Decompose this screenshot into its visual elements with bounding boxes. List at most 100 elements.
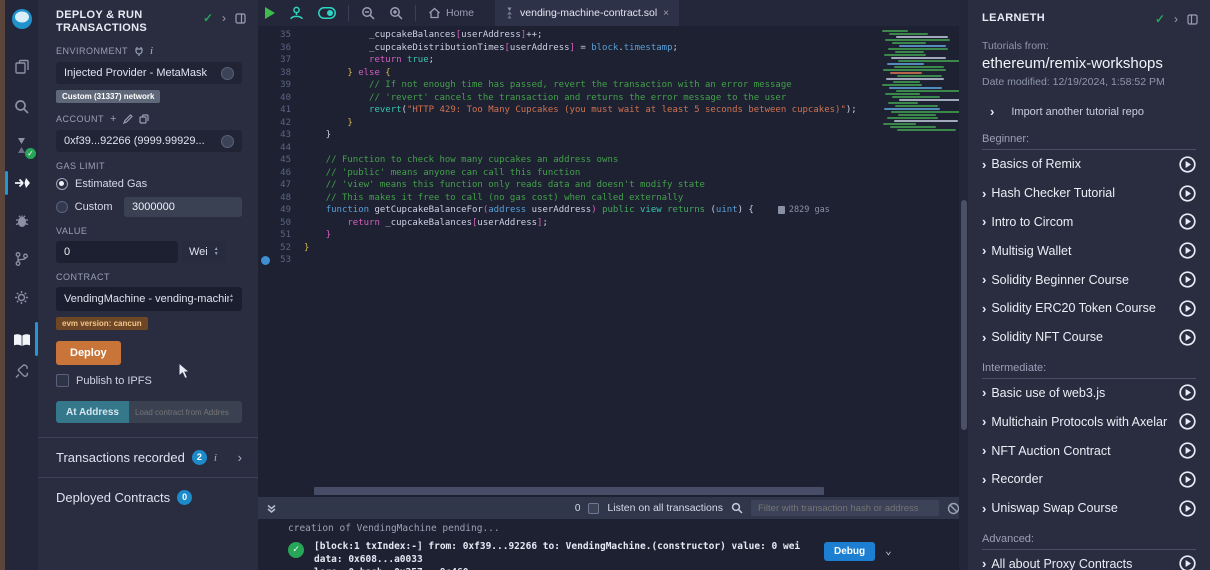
learneth-expand-icon[interactable]: › xyxy=(1174,12,1178,26)
deploy-button[interactable]: Deploy xyxy=(56,341,121,365)
tutorial-item[interactable]: ›Uniswap Swap Course xyxy=(982,494,1196,523)
deploy-run-icon[interactable] xyxy=(5,168,38,198)
tutorial-play-button[interactable] xyxy=(1179,213,1196,230)
settings-icon[interactable] xyxy=(5,282,38,312)
gas-custom-input[interactable] xyxy=(124,197,242,217)
learneth-pin-icon[interactable] xyxy=(1187,14,1198,25)
tutorial-play-button[interactable] xyxy=(1179,300,1196,317)
tutorial-play-button[interactable] xyxy=(1179,555,1196,570)
line-number[interactable]: 37 xyxy=(258,54,304,67)
code-line-45[interactable]: 45 // Function to check how many cupcake… xyxy=(258,154,968,167)
vertical-scrollbar[interactable] xyxy=(961,200,967,430)
tutorial-item[interactable]: ›Solidity Beginner Course xyxy=(982,265,1196,294)
import-repo-row[interactable]: › Import another tutorial repo xyxy=(968,88,1210,123)
file-explorer-icon[interactable] xyxy=(5,52,38,82)
tutorial-play-button[interactable] xyxy=(1179,271,1196,288)
zoom-out-icon[interactable] xyxy=(354,0,382,26)
editor-horizontal-scrollbar[interactable] xyxy=(314,487,954,495)
debugger-icon[interactable] xyxy=(5,206,38,236)
line-number[interactable]: 39 xyxy=(258,79,304,92)
code-line-52[interactable]: 52} xyxy=(258,242,968,255)
code-line-38[interactable]: 38 } else { xyxy=(258,67,968,80)
tutorial-item[interactable]: ›Recorder xyxy=(982,465,1196,494)
code-editor[interactable]: 35 _cupcakeBalances[userAddress]++;36 _c… xyxy=(258,26,968,497)
tutorial-play-button[interactable] xyxy=(1179,471,1196,488)
terminal-log[interactable]: creation of VendingMachine pending... ✓ … xyxy=(258,519,968,570)
tutorial-play-button[interactable] xyxy=(1179,329,1196,346)
breakpoint-dot[interactable] xyxy=(261,256,270,265)
code-line-37[interactable]: 37 return true; xyxy=(258,54,968,67)
solidity-compiler-icon[interactable]: ✓ xyxy=(5,130,38,160)
gas-custom-radio[interactable] xyxy=(56,201,68,213)
publish-ipfs-checkbox[interactable] xyxy=(56,374,69,387)
tutorial-item[interactable]: ›Multisig Wallet xyxy=(982,236,1196,265)
tutorial-item[interactable]: ›Basic use of web3.js xyxy=(982,379,1196,408)
ai-assistant-icon[interactable] xyxy=(282,0,311,26)
code-line-48[interactable]: 48 // This makes it free to call (no gas… xyxy=(258,192,968,205)
learneth-icon[interactable] xyxy=(5,322,38,358)
deployed-contracts-row[interactable]: Deployed Contracts 0 xyxy=(38,478,258,517)
line-number[interactable]: 51 xyxy=(258,229,304,242)
git-icon[interactable] xyxy=(5,244,38,274)
gas-estimated-option[interactable]: Estimated Gas xyxy=(56,178,242,190)
terminal-filter-input[interactable] xyxy=(751,500,939,516)
debug-button[interactable]: Debug xyxy=(824,542,875,561)
line-number[interactable]: 41 xyxy=(258,104,304,117)
contract-select[interactable]: VendingMachine - vending-machin ▲▼ xyxy=(56,287,242,311)
at-address-input[interactable] xyxy=(129,401,242,423)
environment-info-icon[interactable]: i xyxy=(150,45,154,57)
run-script-button[interactable] xyxy=(258,0,282,26)
terminal-collapse-icon[interactable] xyxy=(266,503,277,514)
line-number[interactable]: 40 xyxy=(258,92,304,105)
transaction-log-row[interactable]: ✓ [block:1 txIndex:-] from: 0xf39...9226… xyxy=(258,534,968,570)
code-line-42[interactable]: 42 } xyxy=(258,117,968,130)
ai-copilot-toggle[interactable] xyxy=(311,0,343,26)
edit-account-icon[interactable] xyxy=(123,114,133,124)
line-number[interactable]: 52 xyxy=(258,242,304,255)
code-line-39[interactable]: 39 // If not enough time has passed, rev… xyxy=(258,79,968,92)
tutorial-item[interactable]: ›All about Proxy Contracts xyxy=(982,550,1196,570)
close-tab-icon[interactable]: × xyxy=(663,8,669,19)
tutorial-play-button[interactable] xyxy=(1179,242,1196,259)
tutorial-play-button[interactable] xyxy=(1179,413,1196,430)
panel-pin-icon[interactable] xyxy=(235,13,246,24)
line-number[interactable]: 46 xyxy=(258,167,304,180)
line-number[interactable]: 36 xyxy=(258,42,304,55)
account-select[interactable]: 0xf39...92266 (9999.99929... xyxy=(56,130,242,152)
value-unit-select[interactable]: Wei ▲▼ xyxy=(182,241,226,263)
line-number[interactable]: 47 xyxy=(258,179,304,192)
line-number[interactable]: 35 xyxy=(258,29,304,42)
transactions-recorded-row[interactable]: Transactions recorded 2 i › xyxy=(38,438,258,477)
listen-all-checkbox[interactable] xyxy=(588,503,599,514)
tutorial-item[interactable]: ›NFT Auction Contract xyxy=(982,436,1196,465)
code-line-40[interactable]: 40 // 'revert' cancels the transaction a… xyxy=(258,92,968,105)
line-number[interactable]: 50 xyxy=(258,217,304,230)
publish-ipfs-option[interactable]: Publish to IPFS xyxy=(56,374,242,387)
code-line-46[interactable]: 46 // 'public' means anyone can call thi… xyxy=(258,167,968,180)
line-number[interactable]: 45 xyxy=(258,154,304,167)
plug-icon[interactable] xyxy=(134,46,144,56)
transactions-expand-icon[interactable]: › xyxy=(238,450,242,465)
line-number[interactable]: 38 xyxy=(258,67,304,80)
code-line-43[interactable]: 43 } xyxy=(258,129,968,142)
code-line-51[interactable]: 51 } xyxy=(258,229,968,242)
add-account-icon[interactable]: + xyxy=(110,113,117,125)
at-address-button[interactable]: At Address xyxy=(56,401,129,423)
tutorial-play-button[interactable] xyxy=(1179,185,1196,202)
search-icon[interactable] xyxy=(5,92,38,122)
tutorial-item[interactable]: ›Hash Checker Tutorial xyxy=(982,179,1196,208)
environment-select[interactable]: Injected Provider - MetaMask xyxy=(56,62,242,84)
value-input[interactable] xyxy=(56,241,178,263)
line-number[interactable]: 44 xyxy=(258,142,304,155)
tab-vending-machine-contract[interactable]: vending-machine-contract.sol × xyxy=(495,0,679,26)
code-line-35[interactable]: 35 _cupcakeBalances[userAddress]++; xyxy=(258,29,968,42)
zoom-in-icon[interactable] xyxy=(382,0,410,26)
gas-custom-option[interactable]: Custom xyxy=(56,197,242,217)
panel-expand-icon[interactable]: › xyxy=(222,11,226,25)
tutorial-play-button[interactable] xyxy=(1179,442,1196,459)
line-number[interactable]: 48 xyxy=(258,192,304,205)
terminal-search-icon[interactable] xyxy=(731,502,743,514)
tx-expand-icon[interactable]: ⌄ xyxy=(885,544,892,557)
copy-account-icon[interactable] xyxy=(139,114,149,124)
editor-minimap[interactable] xyxy=(880,28,964,138)
